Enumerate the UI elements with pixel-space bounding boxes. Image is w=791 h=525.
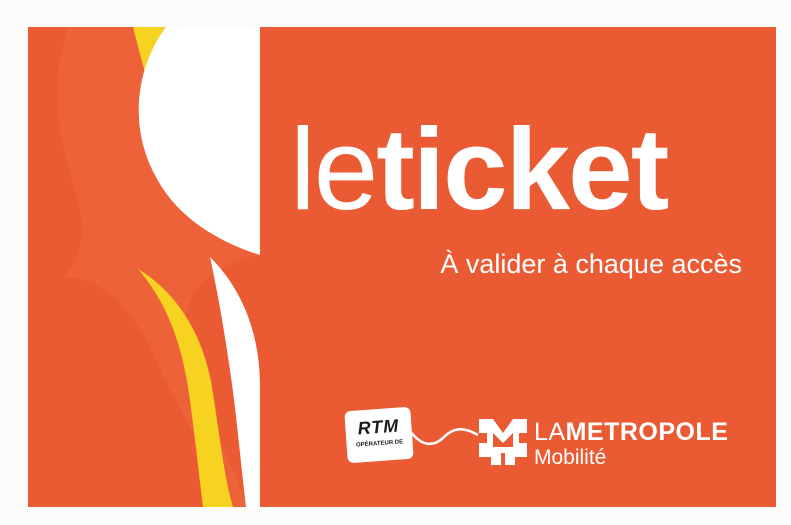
brand-word: ticket	[376, 104, 669, 234]
brand-prefix: le	[290, 104, 378, 234]
metropole-prefix: LA	[534, 418, 566, 446]
mobilite-label: Mobilité	[534, 446, 607, 469]
connector-wave-icon	[409, 428, 479, 445]
rtm-caption: OPÉRATEUR DE	[355, 439, 404, 449]
metropole-main: METROPOLE	[565, 418, 729, 446]
rtm-logo-badge: RTM OPÉRATEUR DE	[344, 406, 414, 464]
metropole-name: LAMETROPOLE	[534, 418, 728, 447]
s-swoosh-graphic	[57, 27, 260, 507]
brand-title: leticket	[290, 111, 669, 227]
metropole-mobilite-logo-icon	[479, 419, 527, 465]
validation-instruction: À valider à chaque accès	[440, 249, 742, 279]
rtm-logo-text: RTM	[356, 415, 400, 439]
ticket-card: leticket À valider à chaque accès RTM OP…	[28, 27, 776, 507]
